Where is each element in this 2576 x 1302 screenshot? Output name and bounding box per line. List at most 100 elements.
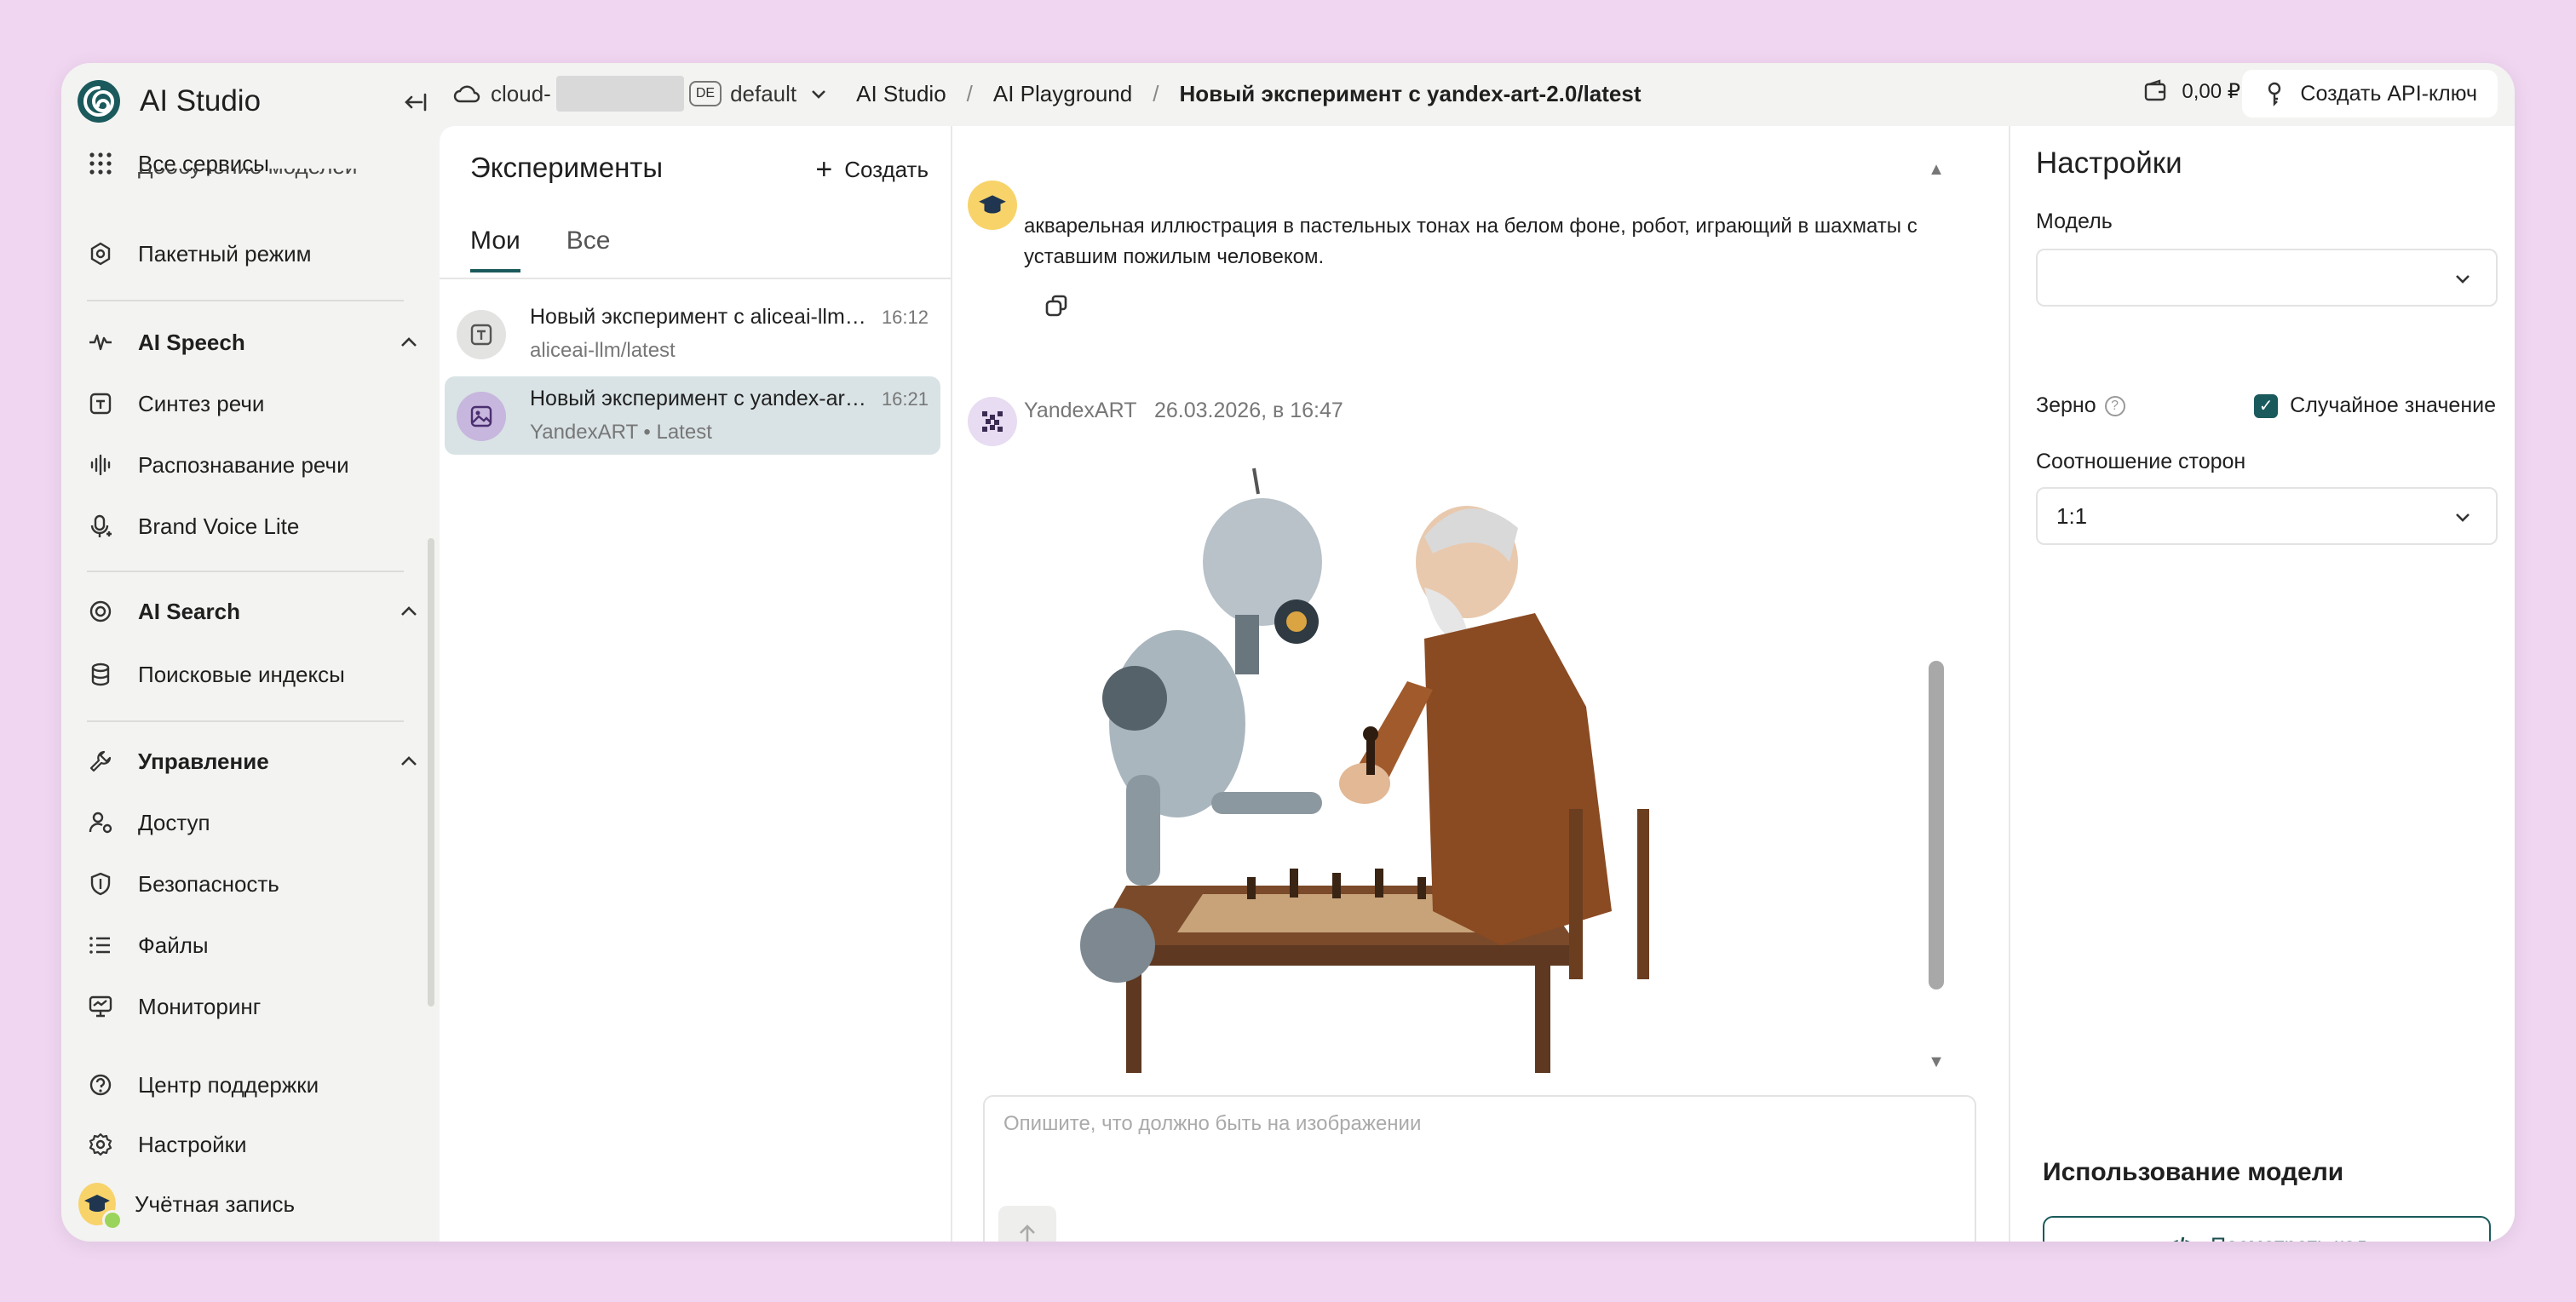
tab-mine[interactable]: Мои	[470, 227, 520, 272]
audio-bars-icon	[82, 446, 119, 484]
sidebar-item-label: Дообучение моделей	[138, 169, 357, 179]
chevron-down-icon	[2456, 513, 2470, 522]
experiments-panel: Эксперименты + Создать Мои Все Новый экс…	[440, 126, 952, 1242]
graduation-cap-icon	[979, 195, 1006, 214]
collapse-sidebar-button[interactable]	[397, 83, 434, 121]
sidebar-item-label: Безопасность	[138, 870, 279, 897]
view-code-label: Посмотреть код	[2211, 1234, 2367, 1242]
prompt-input-box	[983, 1095, 1976, 1242]
model-usage-title: Использование модели	[2043, 1158, 2344, 1186]
breadcrumb-ai-studio[interactable]: AI Studio	[856, 81, 946, 107]
account-avatar-wrapper	[78, 1183, 123, 1230]
sidebar-section-label: Управление	[138, 748, 269, 774]
sidebar-item-brand-voice[interactable]: Brand Voice Lite	[82, 501, 423, 552]
status-dot	[102, 1210, 123, 1230]
gear-box-icon	[82, 235, 119, 272]
sidebar-item-fine-tuning-clipped[interactable]: Дообучение моделей	[82, 169, 423, 187]
help-icon[interactable]: ?	[2104, 396, 2125, 417]
experiment-item-selected[interactable]: Новый эксперимент с yandex-art-2.0/lates…	[445, 376, 940, 455]
sidebar-item-access[interactable]: Доступ	[82, 797, 423, 848]
experiment-model: aliceai-llm/latest	[530, 339, 676, 362]
experiment-model: YandexART • Latest	[530, 421, 712, 444]
scroll-down-arrow-icon[interactable]: ▼	[1927, 1052, 1946, 1071]
breadcrumb-separator: /	[966, 80, 973, 106]
sidebar-item-security[interactable]: Безопасность	[82, 858, 423, 909]
chevron-up-icon	[401, 606, 417, 616]
sidebar-item-account[interactable]: Учётная запись	[78, 1179, 423, 1230]
sidebar-item-search-indexes[interactable]: Поисковые индексы	[82, 649, 423, 700]
sidebar-section-management[interactable]: Управление	[82, 736, 423, 787]
cloud-icon	[453, 85, 480, 103]
sidebar: AI Studio Все сервисы Дообучение моделей…	[61, 63, 436, 1242]
experiment-item[interactable]: Новый эксперимент с aliceai-llm/latest a…	[445, 295, 940, 373]
experiment-time: 16:12	[881, 307, 929, 328]
avatar	[78, 1183, 123, 1230]
sidebar-section-ai-speech[interactable]: AI Speech	[82, 317, 423, 368]
create-api-key-label: Создать API-ключ	[2300, 81, 2477, 106]
arrow-up-icon	[1020, 1225, 1035, 1242]
sidebar-item-support[interactable]: Центр поддержки	[82, 1059, 423, 1110]
redacted-cloud-id	[555, 76, 684, 112]
sidebar-item-monitoring[interactable]: Мониторинг	[82, 981, 423, 1032]
logo-row: AI Studio	[77, 77, 434, 126]
breadcrumb-current: Новый эксперимент с yandex-art-2.0/lates…	[1179, 80, 1642, 106]
tabs-divider	[440, 278, 952, 279]
sidebar-item-speech-synthesis[interactable]: Синтез речи	[82, 378, 423, 429]
sidebar-section-ai-search[interactable]: AI Search	[82, 586, 423, 637]
sidebar-item-files[interactable]: Файлы	[82, 920, 423, 971]
wallet-icon	[2145, 79, 2166, 101]
sidebar-item-label: Пакетный режим	[138, 240, 312, 267]
cloud-selector[interactable]: cloud- DE default	[453, 76, 831, 112]
chat-area: акварельная иллюстрация в пастельных тон…	[951, 126, 2009, 1242]
send-button[interactable]	[998, 1206, 1056, 1242]
sidebar-item-speech-recognition[interactable]: Распознавание речи	[82, 439, 423, 490]
prompt-input[interactable]	[1003, 1112, 1941, 1206]
create-api-key-button[interactable]: Создать API-ключ	[2242, 70, 2498, 118]
microphone-icon	[82, 508, 119, 545]
shield-icon	[82, 865, 119, 903]
app-window: AI Studio Все сервисы Дообучение моделей…	[61, 63, 2515, 1242]
random-seed-checkbox-row[interactable]: ✓ Случайное значение	[2254, 393, 2496, 418]
model-select[interactable]	[2036, 249, 2498, 307]
yandexart-logo-icon	[982, 411, 1003, 432]
random-seed-checkbox[interactable]: ✓	[2254, 393, 2279, 418]
search-target-icon	[82, 593, 119, 630]
sidebar-item-batch-mode[interactable]: Пакетный режим	[82, 228, 423, 279]
model-label: Модель	[2036, 209, 2113, 233]
view-code-button[interactable]: </> Посмотреть код	[2043, 1216, 2491, 1242]
sidebar-item-label: Синтез речи	[138, 390, 265, 416]
cloud-name: cloud-	[491, 80, 551, 106]
ai-studio-logo-icon	[78, 80, 120, 123]
bot-name: YandexART	[1024, 399, 1137, 422]
breadcrumb-separator: /	[1153, 80, 1159, 106]
aspect-ratio-label: Соотношение сторон	[2036, 450, 2246, 473]
breadcrumb-ai-playground[interactable]: AI Playground	[993, 81, 1132, 107]
speech-synthesis-icon	[82, 385, 119, 422]
wrench-icon	[82, 743, 119, 780]
yandexart-avatar	[968, 397, 1017, 446]
generated-image[interactable]	[1024, 434, 1666, 1076]
experiment-name: Новый эксперимент с yandex-art-2.0/lates…	[530, 387, 871, 410]
settings-panel: Настройки Модель Зерно? ✓ Случайное знач…	[2009, 126, 2515, 1242]
app-title: AI Studio	[140, 84, 262, 118]
sidebar-scrollbar[interactable]	[428, 538, 434, 1007]
region-badge: DE	[688, 81, 722, 106]
aspect-ratio-value: 1:1	[2056, 502, 2088, 529]
tab-all[interactable]: Все	[566, 227, 611, 272]
sidebar-item-label: Brand Voice Lite	[138, 513, 300, 539]
sidebar-item-label: Центр поддержки	[138, 1071, 319, 1098]
sidebar-item-label: Распознавание речи	[138, 451, 349, 478]
chevron-up-icon	[401, 756, 417, 766]
copy-icon[interactable]	[1039, 290, 1073, 324]
list-icon	[82, 926, 119, 964]
scroll-up-arrow-icon[interactable]: ▲	[1927, 160, 1946, 179]
experiment-time: 16:21	[881, 388, 929, 410]
balance-indicator[interactable]: 0,00 ₽	[2142, 78, 2240, 104]
sidebar-section-label: AI Speech	[138, 329, 245, 355]
aspect-ratio-select[interactable]: 1:1	[2036, 487, 2498, 545]
help-circle-icon	[82, 1066, 119, 1104]
create-experiment-button[interactable]: + Создать	[815, 155, 929, 184]
chat-scrollbar-thumb[interactable]	[1929, 661, 1944, 989]
sidebar-item-settings[interactable]: Настройки	[82, 1119, 423, 1170]
gear-icon	[82, 1126, 119, 1163]
